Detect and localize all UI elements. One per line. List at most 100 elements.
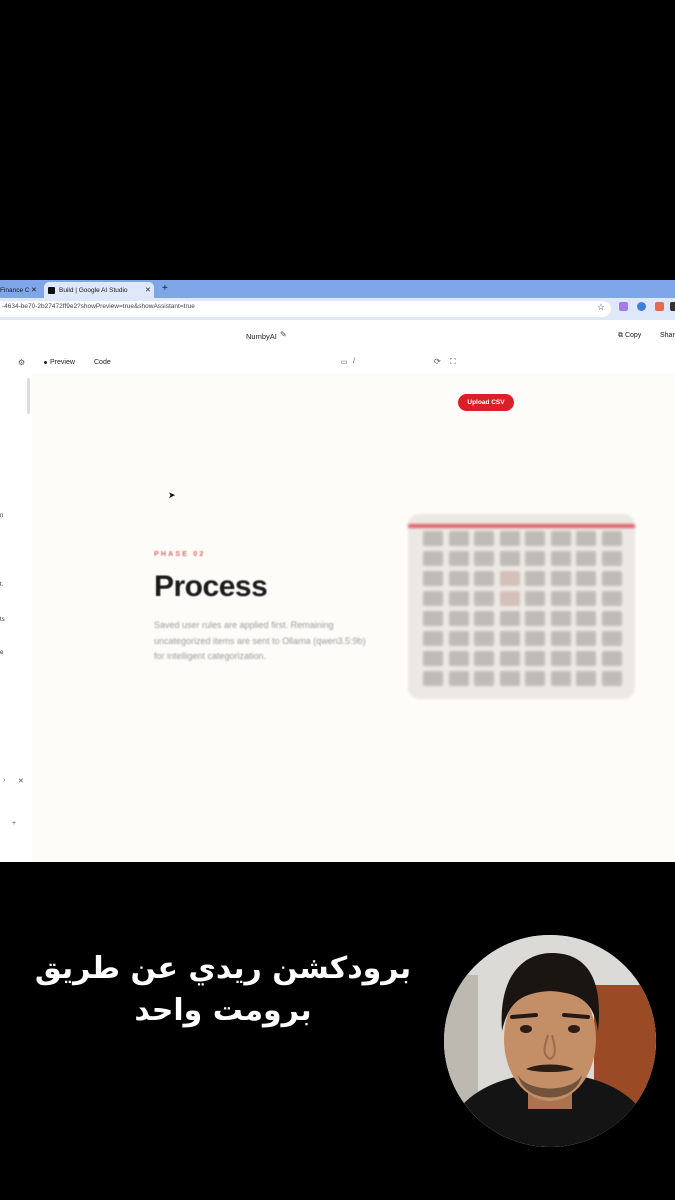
illustration-cell	[550, 611, 571, 626]
illustration-cell	[474, 671, 494, 686]
illustration-cell	[474, 651, 494, 666]
pencil-icon[interactable]: ✎	[280, 330, 287, 339]
illustration-cell	[601, 631, 622, 646]
illustration-cell	[576, 611, 596, 626]
illustration-cell	[525, 651, 545, 666]
spreadsheet-illustration	[408, 514, 635, 699]
illustration-cell	[576, 671, 596, 686]
illustration-cell	[423, 651, 443, 666]
illustration-cell	[474, 551, 494, 566]
ai-studio-favicon-icon	[48, 286, 55, 294]
illustration-cell	[525, 611, 545, 626]
phase-label: PHASE 02	[154, 551, 206, 558]
device-icon[interactable]: ▭	[341, 358, 348, 366]
copy-icon: ⧉	[618, 332, 625, 339]
illustration-cell	[474, 611, 494, 626]
chat-text-fragment: t.	[0, 582, 4, 588]
illustration-cell	[576, 531, 596, 546]
tab-preview[interactable]: Preview	[44, 359, 75, 366]
chat-text-fragment: e	[0, 650, 4, 656]
illustration-cell	[601, 671, 622, 686]
fullscreen-icon[interactable]: ⛶	[450, 357, 456, 367]
illustration-cell	[448, 571, 469, 586]
illustration-cell	[474, 591, 494, 606]
presenter-photo	[444, 935, 656, 1147]
screen-recording: Finance C ✕ Build | Google AI Studio ✕ +…	[0, 280, 675, 862]
illustration-cell	[601, 651, 622, 666]
illustration-cell	[550, 591, 571, 606]
url-text: -4634-be70-2b27472ff9e2?showPreview=true…	[2, 303, 195, 310]
illustration-cell	[448, 551, 469, 566]
illustration-cell	[525, 551, 545, 566]
video-subtitle: برودكشن ريدي عن طريق برومت واحد	[0, 948, 446, 1032]
gear-icon[interactable]: ⚙	[18, 358, 25, 367]
illustration-cell	[576, 591, 596, 606]
tab-code[interactable]: Code	[94, 359, 111, 366]
path-separator: /	[353, 358, 355, 365]
left-panel: n t. ts e › ✕ +	[0, 374, 32, 862]
extension-icon[interactable]	[619, 302, 628, 311]
extension-icon[interactable]	[655, 302, 664, 311]
chat-text-fragment: ts	[0, 617, 5, 623]
illustration-cell	[448, 531, 469, 546]
illustration-cell	[576, 551, 596, 566]
illustration-cell	[550, 571, 571, 586]
app-header: NumbyAI ✎ ⧉ Copy Shar	[0, 320, 675, 352]
illustration-cell	[499, 551, 520, 566]
close-tab-icon[interactable]: ✕	[31, 286, 37, 294]
preview-toolbar: ⚙ Preview Code ▭ / ⟳ ⛶	[0, 352, 675, 374]
illustration-cell	[448, 651, 469, 666]
close-tab-icon[interactable]: ✕	[145, 286, 151, 294]
illustration-cell	[525, 591, 545, 606]
subtitle-line: برودكشن ريدي عن طريق	[34, 951, 412, 986]
browser-tab[interactable]: Finance C ✕	[0, 282, 40, 298]
browser-tab-strip: Finance C ✕ Build | Google AI Studio ✕ +	[0, 280, 675, 298]
illustration-cell	[448, 631, 469, 646]
illustration-cell	[550, 631, 571, 646]
illustration-cell	[550, 651, 571, 666]
illustration-cell	[423, 591, 443, 606]
share-button[interactable]: Shar	[660, 332, 675, 339]
illustration-cell	[525, 571, 545, 586]
close-icon[interactable]: ✕	[18, 777, 24, 785]
illustration-cell	[448, 611, 469, 626]
illustration-cell	[474, 531, 494, 546]
illustration-cell	[499, 591, 520, 606]
illustration-cell	[499, 571, 520, 586]
extension-icon[interactable]	[670, 302, 675, 311]
illustration-cell	[601, 591, 622, 606]
illustration-cell	[423, 671, 443, 686]
illustration-cell	[423, 551, 443, 566]
scrollbar[interactable]	[27, 378, 30, 414]
illustration-cell	[525, 671, 545, 686]
illustration-cell	[601, 611, 622, 626]
section-description: Saved user rules are applied first. Rema…	[154, 620, 366, 661]
illustration-cell	[576, 651, 596, 666]
illustration-cell	[499, 631, 520, 646]
copy-label: Copy	[624, 332, 642, 339]
illustration-cell	[550, 671, 571, 686]
illustration-cell	[576, 571, 596, 586]
chevron-right-icon[interactable]: ›	[3, 777, 5, 784]
upload-csv-button[interactable]: Upload CSV	[458, 394, 514, 411]
browser-tab-active[interactable]: Build | Google AI Studio ✕	[44, 282, 154, 298]
illustration-cell	[550, 551, 571, 566]
subtitle-line: برومت واحد	[134, 993, 312, 1028]
address-bar[interactable]: -4634-be70-2b27472ff9e2?showPreview=true…	[0, 301, 611, 317]
plus-icon[interactable]: +	[12, 820, 16, 827]
chat-text-fragment: n	[0, 513, 4, 519]
refresh-icon[interactable]: ⟳	[434, 357, 441, 366]
plus-icon[interactable]: +	[162, 283, 168, 294]
illustration-cell	[499, 531, 520, 546]
star-icon[interactable]: ☆	[597, 302, 605, 313]
mouse-cursor-icon: ➤	[168, 490, 176, 500]
illustration-cell	[525, 631, 545, 646]
active-dot-icon	[44, 360, 47, 364]
illustration-cell	[601, 571, 622, 586]
illustration-cell	[423, 611, 443, 626]
illustration-cell	[474, 631, 494, 646]
extension-icon[interactable]	[637, 302, 646, 311]
copy-button[interactable]: ⧉ Copy	[618, 332, 641, 340]
app-preview: Upload CSV ➤ PHASE 02 Process Saved user…	[32, 374, 675, 862]
address-row: -4634-be70-2b27472ff9e2?showPreview=true…	[0, 298, 675, 320]
